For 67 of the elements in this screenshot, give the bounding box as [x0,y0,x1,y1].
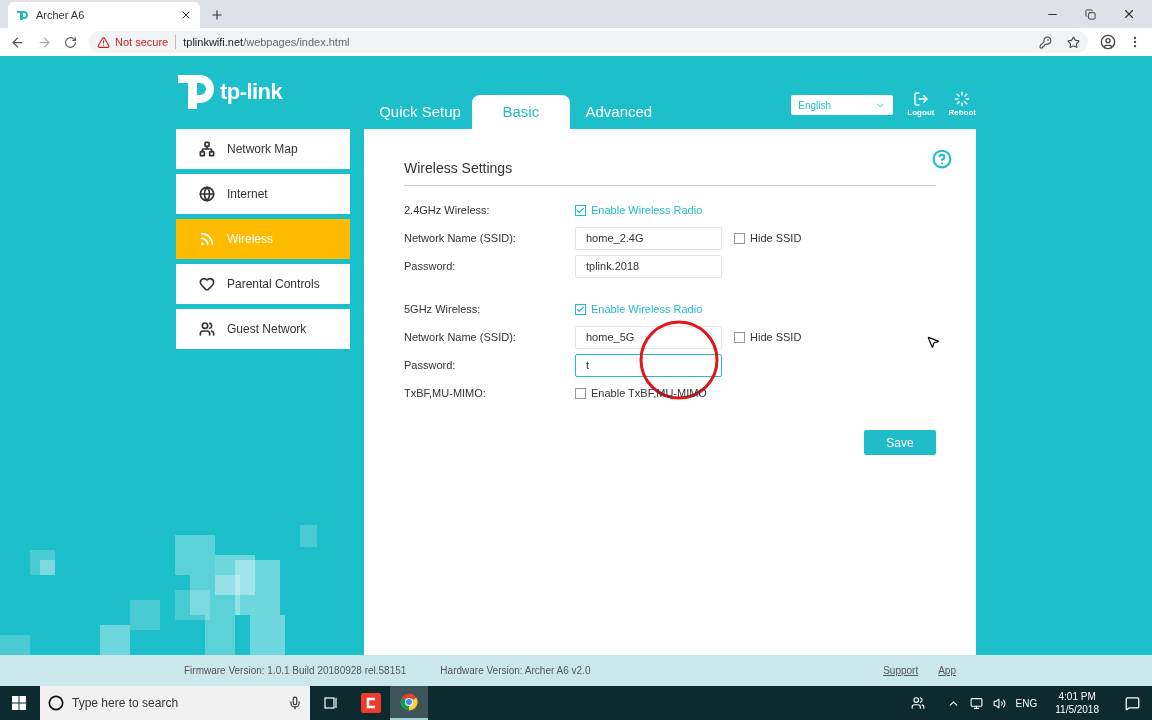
browser-tab[interactable]: Archer A6 [8,2,200,28]
notification-icon[interactable] [1125,695,1140,711]
checkbox[interactable] [575,204,586,216]
star-icon[interactable] [1067,35,1080,49]
checkbox[interactable] [734,331,745,343]
microphone-icon[interactable] [288,696,302,710]
heart-icon [199,276,215,292]
cortana-icon [48,695,64,711]
security-label: Not secure [115,34,169,50]
key-icon[interactable] [1039,35,1052,49]
footer-link[interactable]: App [938,663,956,678]
restore-icon[interactable] [1085,8,1096,20]
search-field[interactable]: Type here to search [40,686,310,720]
close-icon[interactable] [180,9,192,21]
checkbox-label: Hide SSID [750,230,802,246]
checkbox-label: Enable Wireless Radio [591,301,703,317]
panel-title: Wireless Settings [404,158,514,178]
sidebar-item[interactable]: Network Map [176,129,350,169]
sidebar-item[interactable]: Internet [176,174,350,214]
logo-icon [16,9,28,21]
input-field[interactable]: tplink.2018 [575,254,722,278]
language-indicator[interactable]: ENG [1015,695,1038,711]
field-label: 5GHz Wireless: [404,301,482,317]
warning-icon [97,35,110,49]
cursor-icon [926,335,940,349]
back-icon[interactable] [10,34,25,50]
logout-icon [912,91,929,107]
checkbox[interactable] [575,303,586,315]
input-field[interactable]: home_5G [575,325,722,349]
checkbox[interactable] [734,232,745,244]
task-view-icon[interactable] [324,696,338,710]
firmware-version: Firmware Version: 1.0.1 Build 20180928 rel.58151 [184,664,407,678]
address-bar[interactable]: Not secure tplinkwifi.net/webpages/index.html [89,31,1088,53]
clock-time: 4:01 PM [1058,690,1096,703]
people-icon[interactable] [910,696,925,710]
checkbox-label: Enable Wireless Radio [591,202,703,218]
sidebar-item[interactable]: Guest Network [176,309,350,349]
profile-icon[interactable] [1100,34,1116,50]
windows-icon[interactable] [12,696,26,710]
clock-date: 11/5/2018 [1055,703,1099,716]
people-icon [199,321,215,337]
field-label: Password: [404,357,457,373]
reload-icon[interactable] [64,35,77,49]
sidebar-item[interactable]: Parental Controls [176,264,350,304]
logo-text: tp-link [220,77,283,106]
input-field[interactable]: home_2.4G [575,226,722,250]
field-label: Password: [404,258,457,274]
field-label: Network Name (SSID): [404,329,517,345]
field-label: 2.4GHz Wireless: [404,202,491,218]
input-field[interactable]: t [575,353,722,377]
field-label: Network Name (SSID): [404,230,517,246]
network-icon [199,141,215,157]
new-tab-icon[interactable] [210,8,224,22]
wifi-icon [199,231,215,247]
checkbox-label: Hide SSID [750,329,802,345]
close-icon[interactable] [1122,7,1136,21]
browser-icon [400,693,418,711]
app-icon [361,693,381,713]
network-icon[interactable] [969,696,983,710]
hardware-version: Hardware Version: Archer A6 v2.0 [440,664,592,678]
footer-link[interactable]: Support [883,663,919,678]
checkbox[interactable] [575,387,586,399]
volume-icon[interactable] [992,696,1006,710]
spinner-icon [954,91,971,107]
url: tplinkwifi.net/webpages/index.html [183,34,350,50]
field-label: TxBF,MU-MIMO: [404,385,487,401]
globe-icon [199,186,215,202]
